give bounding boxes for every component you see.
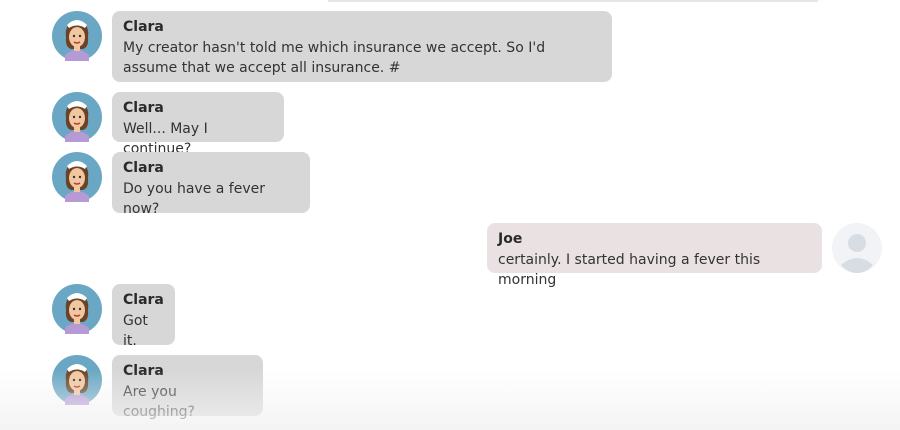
sender-name: Clara — [123, 100, 164, 116]
sender-name: Joe — [498, 231, 523, 247]
message-bubble: Clara Got it. — [112, 284, 175, 349]
default-user-avatar-icon — [832, 223, 882, 273]
previous-message-edge — [328, 0, 818, 2]
message-text: Got it. — [123, 313, 148, 349]
nurse-avatar-icon — [52, 92, 102, 142]
message-bubble: Clara Well... May I continue? — [112, 92, 284, 157]
message-text: Do you have a fever now? — [123, 181, 265, 217]
message-bubble: Clara My creator hasn't told me which in… — [112, 11, 612, 82]
message-text: My creator hasn't told me which insuranc… — [123, 40, 546, 76]
nurse-avatar-icon — [52, 152, 102, 202]
nurse-avatar-icon — [52, 11, 102, 61]
message-bubble: Clara Are you coughing? — [112, 355, 263, 420]
message-text: Are you coughing? — [123, 384, 195, 420]
sender-name: Clara — [123, 363, 164, 379]
message-bubble: Clara Do you have a fever now? — [112, 152, 310, 217]
sender-name: Clara — [123, 292, 164, 308]
message-text: certainly. I started having a fever this… — [498, 252, 761, 288]
message-bubble: Joe certainly. I started having a fever … — [487, 223, 822, 288]
sender-name: Clara — [123, 160, 164, 176]
chat-transcript: Clara My creator hasn't told me which in… — [0, 0, 900, 430]
nurse-avatar-icon — [52, 355, 102, 405]
nurse-avatar-icon — [52, 284, 102, 334]
sender-name: Clara — [123, 19, 164, 35]
